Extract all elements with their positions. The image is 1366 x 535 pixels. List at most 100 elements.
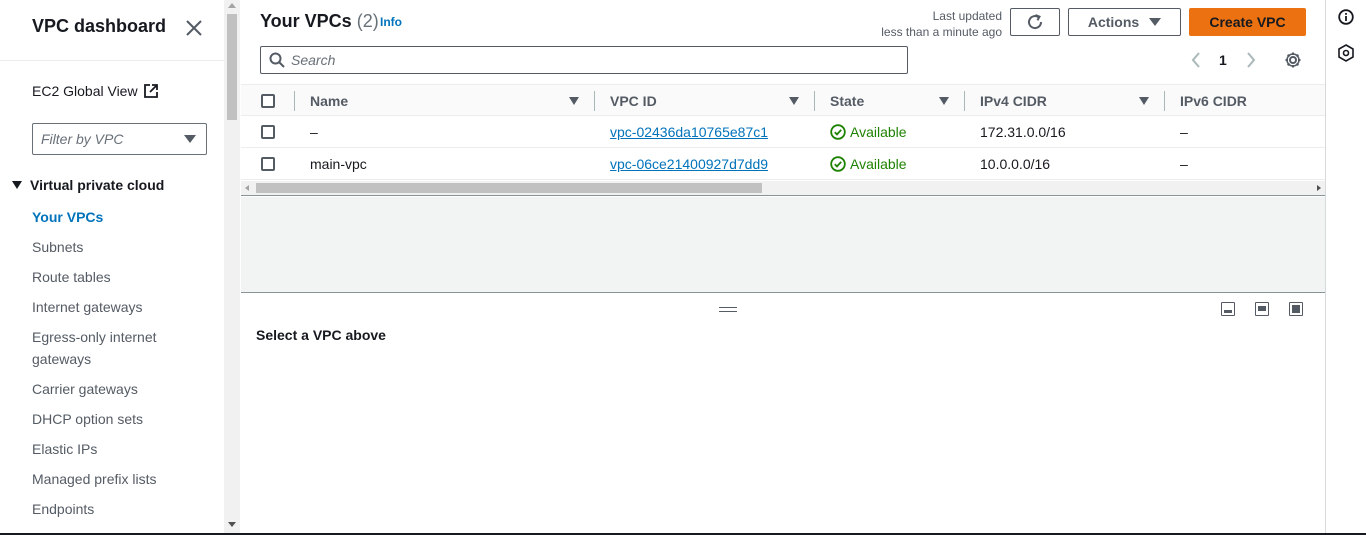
cell-name: main-vpc <box>310 156 367 172</box>
cell-ipv4-cidr: 172.31.0.0/16 <box>980 124 1066 140</box>
table-header: Name VPC ID State IPv4 CIDR IPv6 CIDR <box>241 84 1325 116</box>
search-input[interactable]: Search <box>260 46 908 74</box>
column-header-ipv6-cidr[interactable]: IPv6 CIDR <box>1180 93 1247 109</box>
gear-icon[interactable] <box>1284 51 1302 69</box>
sidebar-item-route-tables[interactable]: Route tables <box>32 262 212 292</box>
scrollbar-thumb[interactable] <box>256 183 762 193</box>
column-separator[interactable] <box>594 91 595 111</box>
panel-full-icon[interactable] <box>1289 302 1303 316</box>
main-content: Your VPCs (2) Info Last updated less tha… <box>241 0 1325 535</box>
drag-handle-icon[interactable] <box>719 307 737 312</box>
virtual-private-cloud-section[interactable]: Virtual private cloud <box>12 177 164 193</box>
sidebar-item-egress-only-internet-gateways[interactable]: Egress-only internet gateways <box>32 322 212 374</box>
current-page[interactable]: 1 <box>1219 52 1227 68</box>
sidebar-title: VPC dashboard <box>32 16 167 36</box>
column-header-vpc-id[interactable]: VPC ID <box>610 93 657 109</box>
last-updated-value: less than a minute ago <box>881 25 1002 39</box>
column-separator[interactable] <box>1164 91 1165 111</box>
status-check-icon <box>830 124 846 140</box>
sort-caret-icon[interactable] <box>939 97 949 105</box>
cell-ipv6-cidr: – <box>1180 156 1188 172</box>
caret-down-icon <box>1149 18 1162 26</box>
sort-caret-icon[interactable] <box>569 97 579 105</box>
split-panel-divider <box>241 292 1325 293</box>
state-label: Available <box>850 156 907 172</box>
sidebar-item-carrier-gateways[interactable]: Carrier gateways <box>32 374 212 404</box>
last-updated: Last updated less than a minute ago <box>881 8 1002 40</box>
cell-ipv4-cidr: 10.0.0.0/16 <box>980 156 1051 172</box>
scroll-left-arrow-icon[interactable] <box>245 185 249 191</box>
column-header-state[interactable]: State <box>830 93 864 109</box>
close-icon[interactable] <box>184 18 204 38</box>
info-icon[interactable] <box>1338 9 1354 25</box>
row-checkbox[interactable] <box>261 157 275 171</box>
page-title-text: Your VPCs <box>260 11 352 31</box>
vpc-table: Name VPC ID State IPv4 CIDR IPv6 CIDR – … <box>241 84 1325 180</box>
sidebar-nav-list: Your VPCs Subnets Route tables Internet … <box>32 202 212 524</box>
sidebar-item-internet-gateways[interactable]: Internet gateways <box>32 292 212 322</box>
cell-vpc-id-link[interactable]: vpc-06ce21400927d7dd9 <box>610 156 768 172</box>
column-header-name[interactable]: Name <box>310 93 348 109</box>
panel-fill <box>1292 305 1300 313</box>
refresh-button[interactable] <box>1010 8 1060 36</box>
sidebar-item-managed-prefix-lists[interactable]: Managed prefix lists <box>32 464 212 494</box>
table-empty-area <box>241 197 1325 292</box>
scroll-up-arrow-icon[interactable] <box>228 3 236 8</box>
cell-state: Available <box>830 124 907 140</box>
sidebar-item-endpoints[interactable]: Endpoints <box>32 494 212 524</box>
panel-bottom-icon[interactable] <box>1221 302 1235 316</box>
cell-vpc-id-link[interactable]: vpc-02436da10765e87c1 <box>610 124 768 140</box>
refresh-icon <box>1028 14 1043 30</box>
side-navigation: VPC dashboard EC2 Global View Filter by … <box>0 0 224 535</box>
external-link-icon <box>143 84 158 98</box>
scrollbar-thumb[interactable] <box>227 14 237 120</box>
sidebar-scrollbar[interactable] <box>224 0 240 535</box>
vpc-count: (2) <box>356 11 379 31</box>
feedback-icon[interactable] <box>1338 44 1354 62</box>
actions-label: Actions <box>1087 14 1140 30</box>
ec2-global-view-label: EC2 Global View <box>32 83 138 99</box>
table-horizontal-scrollbar[interactable] <box>241 181 1325 196</box>
chevron-right-icon[interactable] <box>1245 52 1257 68</box>
actions-button[interactable]: Actions <box>1068 8 1181 36</box>
column-separator[interactable] <box>294 91 295 111</box>
row-checkbox[interactable] <box>261 125 275 139</box>
table-row[interactable]: main-vpc vpc-06ce21400927d7dd9 Available… <box>241 148 1325 180</box>
last-updated-label: Last updated <box>932 9 1002 23</box>
sidebar-item-elastic-ips[interactable]: Elastic IPs <box>32 434 212 464</box>
sort-caret-icon[interactable] <box>1139 97 1149 105</box>
status-check-icon <box>830 156 846 172</box>
ec2-global-view-link[interactable]: EC2 Global View <box>32 83 158 99</box>
caret-down-icon <box>184 135 196 143</box>
sort-caret-icon[interactable] <box>789 97 799 105</box>
split-panel-placeholder: Select a VPC above <box>256 327 386 343</box>
scroll-down-arrow-icon[interactable] <box>228 522 236 527</box>
right-tools-rail <box>1326 0 1366 535</box>
search-icon <box>269 52 285 68</box>
create-vpc-button[interactable]: Create VPC <box>1189 8 1306 36</box>
scroll-right-arrow-icon[interactable] <box>1317 185 1321 191</box>
sidebar-item-your-vpcs[interactable]: Your VPCs <box>32 202 212 232</box>
panel-fill <box>1224 310 1232 313</box>
section-label: Virtual private cloud <box>30 177 165 193</box>
column-header-ipv4-cidr[interactable]: IPv4 CIDR <box>980 93 1047 109</box>
column-separator[interactable] <box>964 91 965 111</box>
expand-triangle-icon <box>12 181 22 189</box>
sidebar-item-dhcp-option-sets[interactable]: DHCP option sets <box>32 404 212 434</box>
cell-ipv6-cidr: – <box>1180 124 1188 140</box>
info-link[interactable]: Info <box>380 15 402 29</box>
filter-by-vpc-placeholder: Filter by VPC <box>41 131 124 147</box>
sidebar-divider <box>0 60 224 61</box>
state-label: Available <box>850 124 907 140</box>
table-row[interactable]: – vpc-02436da10765e87c1 Available 172.31… <box>241 116 1325 148</box>
search-placeholder: Search <box>291 52 336 68</box>
column-separator[interactable] <box>814 91 815 111</box>
filter-by-vpc-select[interactable]: Filter by VPC <box>32 123 207 155</box>
page-title: Your VPCs (2) <box>260 11 379 32</box>
panel-middle-icon[interactable] <box>1255 302 1269 316</box>
cell-name: – <box>310 124 318 140</box>
select-all-checkbox[interactable] <box>261 94 275 108</box>
sidebar-item-subnets[interactable]: Subnets <box>32 232 212 262</box>
panel-fill <box>1258 306 1266 311</box>
chevron-left-icon[interactable] <box>1190 52 1202 68</box>
